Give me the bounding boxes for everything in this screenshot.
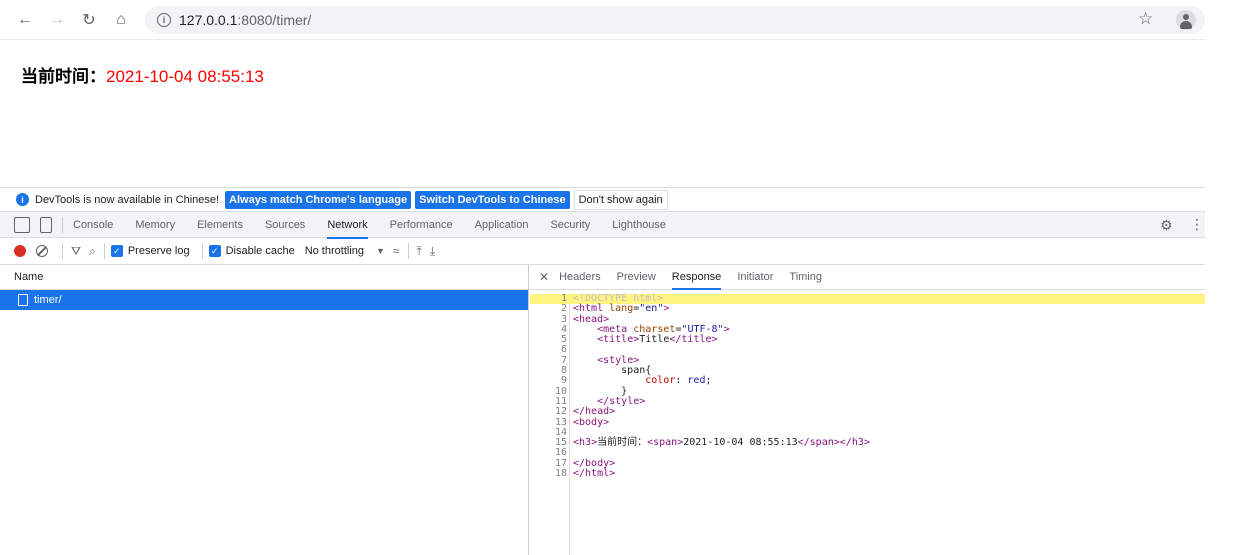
bookmark-star-icon[interactable]: ☆ [1138, 9, 1153, 29]
request-name: timer/ [34, 294, 62, 306]
preserve-log-label: Preserve log [127, 245, 190, 257]
profile-avatar-icon[interactable] [1176, 10, 1196, 30]
code-line: 16 [530, 448, 1205, 459]
code-line: 2 <html lang="en"> [530, 303, 1205, 314]
time-label: 当前时间： [21, 67, 106, 86]
line-number: 18 [554, 468, 567, 480]
detail-tabbar: ✕ Headers Preview Response Initiator Tim… [530, 265, 1205, 290]
code-text: </html> [573, 468, 616, 480]
network-toolbar: ⛛ ⌕ ✓ Preserve log ✓ Disable cache No th… [0, 238, 1205, 265]
url-host: 127.0.0.1 [179, 12, 238, 28]
tab-performance[interactable]: Performance [390, 212, 453, 238]
tab-memory[interactable]: Memory [135, 212, 175, 238]
always-match-language-button[interactable]: Always match Chrome's language [225, 190, 412, 209]
code-line: 12 </head> [530, 406, 1205, 417]
request-list: Name timer/ [0, 265, 529, 555]
device-toolbar-icon[interactable] [40, 216, 52, 233]
settings-gear-icon[interactable]: ⚙ [1160, 217, 1173, 234]
import-har-icon[interactable]: ⤒ [417, 244, 422, 259]
response-code-view[interactable]: 1 <!DOCTYPE html> 2 <html lang="en"> 3 <head>… [530, 293, 1205, 555]
tab-security[interactable]: Security [550, 212, 590, 238]
code-text: <h3>当前时间：<span>2021-10-04 08:55:13</span… [573, 437, 870, 449]
tab-network[interactable]: Network [327, 212, 369, 239]
request-detail-pane: ✕ Headers Preview Response Initiator Tim… [530, 265, 1205, 555]
info-icon: i [16, 193, 29, 206]
code-line: 11 </style> [530, 396, 1205, 407]
clear-icon[interactable] [36, 245, 48, 257]
site-info-icon[interactable]: i [157, 13, 171, 27]
tab-sources[interactable]: Sources [265, 212, 305, 238]
tab-preview[interactable]: Preview [617, 265, 656, 289]
filter-icon[interactable]: ⛛ [71, 244, 81, 259]
tab-headers[interactable]: Headers [559, 265, 601, 289]
dont-show-again-button[interactable]: Don't show again [573, 189, 668, 210]
preserve-log-checkbox[interactable]: ✓ [110, 245, 123, 257]
infobar-message: DevTools is now available in Chinese! [35, 193, 220, 206]
request-row-timer[interactable]: timer/ [0, 290, 528, 310]
address-bar[interactable]: i 127.0.0.1:8080/timer/ [145, 6, 1205, 34]
tab-console[interactable]: Console [73, 212, 113, 238]
tab-initiator[interactable]: Initiator [737, 265, 773, 289]
export-har-icon[interactable]: ⤓ [430, 244, 435, 259]
close-icon[interactable]: ✕ [539, 270, 549, 284]
home-icon[interactable]: ⌂ [110, 9, 132, 31]
tab-response[interactable]: Response [671, 265, 721, 290]
time-value: 2021-10-04 08:55:13 [106, 67, 264, 86]
code-line: 5 <title>Title</title> [530, 334, 1205, 346]
code-text: <title>Title</title> [597, 334, 718, 346]
back-icon[interactable]: ← [14, 9, 36, 31]
search-icon[interactable]: ⌕ [89, 244, 96, 259]
url-path: :8080/timer/ [237, 12, 312, 28]
record-icon[interactable] [14, 245, 26, 257]
chevron-down-icon[interactable]: ▼ [376, 246, 385, 256]
page-heading: 当前时间：2021-10-04 08:55:13 [21, 62, 264, 87]
code-text: <body> [573, 416, 610, 428]
code-line: 15 <h3>当前时间：<span>2021-10-04 08:55:13</sp… [530, 437, 1205, 449]
devtools-infobar: i DevTools is now available in Chinese! … [0, 187, 1205, 211]
name-column-header[interactable]: Name [0, 265, 528, 290]
network-conditions-icon[interactable]: ≈ [393, 244, 400, 258]
document-icon [18, 294, 28, 306]
code-line: 18 </html> [530, 468, 1205, 480]
disable-cache-checkbox[interactable]: ✓ [208, 245, 221, 257]
code-line: 17 </body> [530, 458, 1205, 469]
url-text: 127.0.0.1:8080/timer/ [179, 12, 311, 28]
tab-timing[interactable]: Timing [789, 265, 822, 289]
tab-lighthouse[interactable]: Lighthouse [612, 212, 666, 238]
more-options-icon[interactable]: ⋮ [1190, 216, 1204, 233]
code-line: 9 color: red; [530, 376, 1205, 387]
inspect-element-icon[interactable] [14, 216, 30, 233]
devtools-tabbar: Console Memory Elements Sources Network … [0, 211, 1205, 239]
disable-cache-label: Disable cache [225, 245, 295, 257]
reload-icon[interactable]: ↻ [78, 9, 100, 31]
tab-application[interactable]: Application [475, 212, 529, 238]
code-line: 13 <body> [530, 416, 1205, 428]
forward-icon[interactable]: → [46, 9, 68, 31]
tab-elements[interactable]: Elements [197, 212, 243, 238]
switch-to-chinese-button[interactable]: Switch DevTools to Chinese [415, 190, 570, 209]
throttling-select[interactable]: No throttling [305, 245, 364, 257]
